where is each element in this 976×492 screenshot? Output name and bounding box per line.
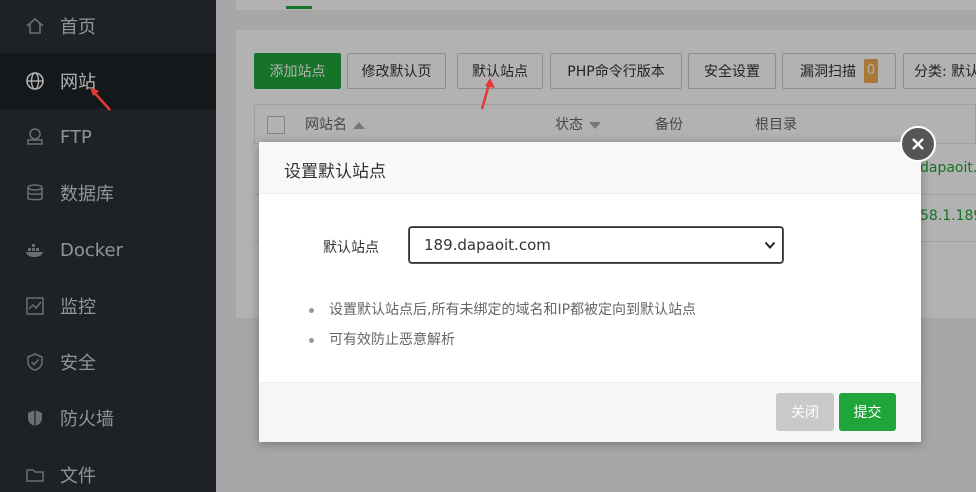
dialog-close-button[interactable] [900, 126, 936, 162]
default-site-label: 默认站点 [323, 240, 379, 256]
annotation-arrow-icon [480, 78, 495, 110]
close-icon [912, 138, 924, 150]
default-site-dialog: 设置默认站点 默认站点 189.dapaoit.com 设置默认站点后,所有未绑… [259, 142, 921, 442]
tip-item: 设置默认站点后,所有未绑定的域名和IP都被定向到默认站点 [307, 300, 696, 330]
default-site-select[interactable]: 189.dapaoit.com [409, 227, 783, 263]
annotation-arrow-icon [90, 87, 111, 111]
dialog-footer: 关闭 提交 [259, 382, 921, 442]
submit-button[interactable]: 提交 [839, 393, 896, 431]
dialog-header: 设置默认站点 [259, 142, 921, 194]
selected-site-value: 189.dapaoit.com [424, 236, 551, 254]
dialog-tips: 设置默认站点后,所有未绑定的域名和IP都被定向到默认站点 可有效防止恶意解析 [307, 300, 696, 360]
chevron-down-icon [764, 241, 776, 249]
close-button[interactable]: 关闭 [776, 393, 834, 431]
dialog-title: 设置默认站点 [284, 162, 386, 182]
tip-item: 可有效防止恶意解析 [307, 330, 696, 360]
